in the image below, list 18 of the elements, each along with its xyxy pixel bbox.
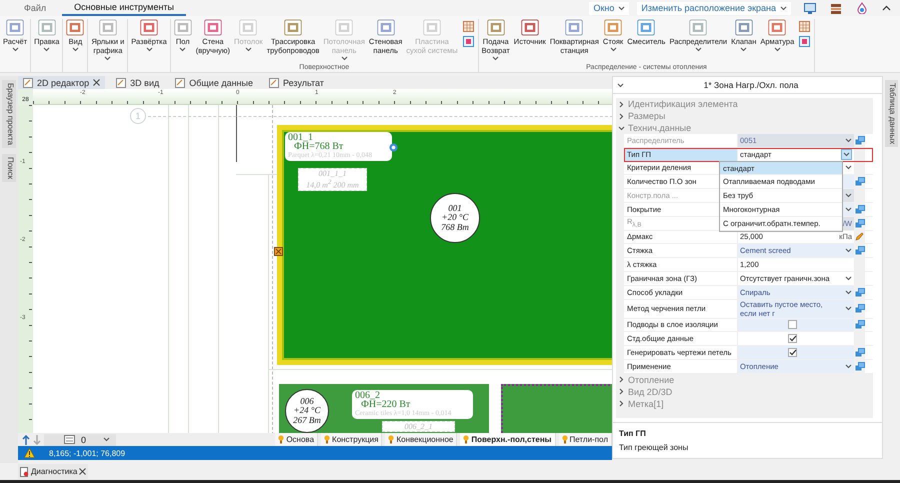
room-tag-text: 267 Вт: [293, 416, 321, 426]
zone-name: 001_1: [288, 133, 313, 142]
zone-name: 006_2: [355, 391, 380, 400]
circuit-text: 001_1_1: [318, 169, 348, 178]
room-tag-text: +20 °C: [442, 213, 468, 223]
grid-axis-marker: 1: [130, 108, 146, 124]
room-tag-text: 001: [448, 204, 462, 214]
zone-power: ФН=220 Вт: [361, 400, 412, 409]
zone-power: ФН=768 Вт: [294, 142, 344, 151]
circuit-text: 006_2_1: [404, 422, 434, 431]
room-tag-text: +24 °C: [294, 406, 320, 416]
room-tag-text: 006: [300, 396, 314, 406]
panel-title: 1* Зона Нагр./Охл. пола: [702, 80, 800, 90]
room-tag-text: 768 Вт: [441, 222, 469, 232]
circuit-text: 14,0 m$^{2}$ 200 mm: [305, 178, 360, 190]
description-text: Тип греющей зоны: [619, 442, 690, 452]
coordinates-text: 8,165; -1,001; 76,809: [49, 448, 126, 458]
description-title: Тип ГП: [619, 428, 647, 438]
